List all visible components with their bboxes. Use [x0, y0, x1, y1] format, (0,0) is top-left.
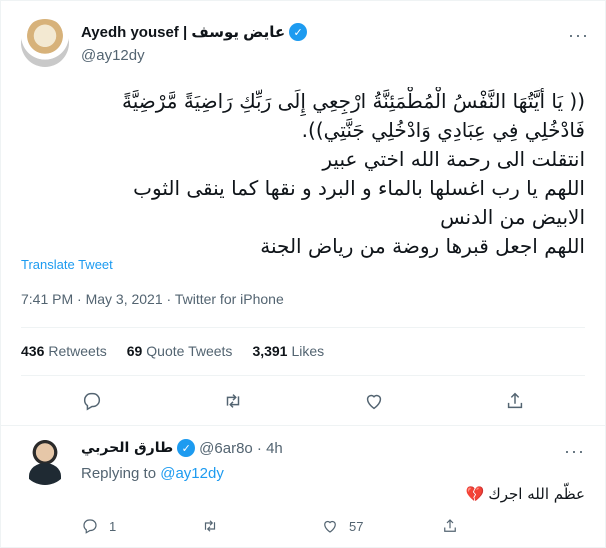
retweet-icon[interactable]	[215, 385, 251, 417]
replying-to: Replying to @ay12dy	[81, 465, 224, 482]
reply-avatar[interactable]	[21, 437, 69, 485]
author-row: Ayedh yousef | عايض يوسف ✓ @ay12dy ···	[21, 15, 589, 67]
author-handle[interactable]: @ay12dy	[81, 47, 307, 64]
divider	[1, 425, 605, 426]
reply-more-options-icon[interactable]: ···	[564, 441, 585, 462]
quote-tweets-stat[interactable]: 69 Quote Tweets	[127, 343, 233, 359]
translate-tweet-link[interactable]: Translate Tweet	[21, 257, 113, 272]
reply-actions: 1 57	[81, 515, 585, 537]
reply-display-name[interactable]: طارق الحربي	[81, 440, 173, 456]
retweets-stat[interactable]: 436 Retweets	[21, 343, 107, 359]
tweet-actions	[21, 385, 585, 417]
share-icon	[444, 519, 456, 532]
divider	[21, 327, 585, 328]
author-name-text[interactable]: Ayedh yousef | عايض يوسف	[81, 23, 285, 41]
author-display-name[interactable]: Ayedh yousef | عايض يوسف ✓	[81, 23, 308, 41]
verified-badge-icon: ✓	[289, 23, 308, 41]
reply-text: عظّم الله اجرك 💔	[465, 485, 585, 503]
reply-reply-button[interactable]: 1	[81, 517, 201, 535]
more-options-icon[interactable]: ···	[568, 25, 589, 46]
broken-heart-icon: 💔	[465, 485, 485, 503]
reply-icon[interactable]	[74, 385, 110, 417]
verified-badge-icon: ✓	[177, 439, 196, 457]
tweet-timestamp[interactable]: 7:41 PM · May 3, 2021 · Twitter for iPho…	[21, 291, 284, 307]
reply-retweet-button[interactable]	[201, 517, 321, 535]
tweet-line: (( يَا أَيَّتُهَا النَّفْسُ الْمُطْمَئِن…	[122, 89, 585, 113]
tweet-stats: 436 Retweets 69 Quote Tweets 3,391 Likes	[21, 343, 324, 359]
replying-to-handle[interactable]: @ay12dy	[160, 465, 224, 482]
tweet-line: فَادْخُلِي فِي عِبَادِي وَادْخُلِي جَنَّ…	[301, 118, 585, 142]
reply-tweet[interactable]: طارق الحربي ✓ @6ar8o · 4h ··· Replying t…	[21, 437, 585, 547]
reply-icon	[83, 519, 97, 534]
reply-handle-time[interactable]: @6ar8o · 4h	[199, 440, 283, 457]
likes-stat[interactable]: 3,391 Likes	[252, 343, 324, 359]
tweet-line: اللهم يا رب اغسلها بالماء و البرد و نقها…	[133, 176, 585, 200]
like-icon	[324, 520, 336, 533]
reply-header: طارق الحربي ✓ @6ar8o · 4h	[81, 439, 283, 457]
divider	[21, 375, 585, 376]
like-icon[interactable]	[356, 385, 392, 417]
reply-share-button[interactable]	[441, 517, 561, 535]
tweet-text: (( يَا أَيَّتُهَا النَّفْسُ الْمُطْمَئِن…	[21, 87, 585, 261]
reply-like-button[interactable]: 57	[321, 517, 441, 535]
tweet-line: الابيض من الدنس	[440, 205, 585, 229]
author-avatar[interactable]	[21, 19, 69, 67]
author-names: Ayedh yousef | عايض يوسف ✓ @ay12dy	[81, 23, 308, 64]
tweet-line: انتقلت الى رحمة الله اختي عبير	[322, 147, 585, 171]
share-icon[interactable]	[497, 385, 533, 417]
tweet-card: Ayedh yousef | عايض يوسف ✓ @ay12dy ··· (…	[0, 0, 606, 548]
retweet-icon	[204, 520, 216, 532]
